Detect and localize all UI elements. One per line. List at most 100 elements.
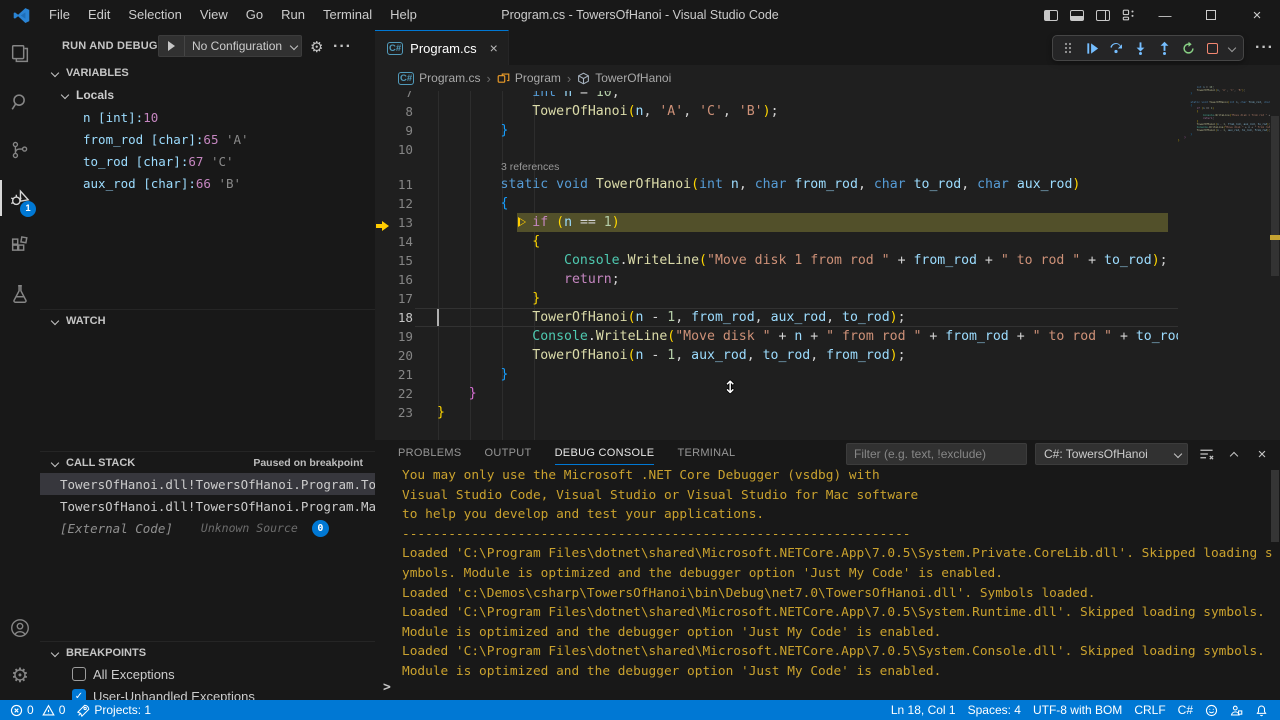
breakpoint-checkbox[interactable] <box>72 667 86 681</box>
line-number[interactable]: 18 <box>383 308 413 327</box>
line-number[interactable]: 12 <box>383 194 413 213</box>
line-number[interactable]: 15 <box>383 251 413 270</box>
code-line-13[interactable]: 13 if (n == 1) <box>375 213 1178 232</box>
problems-status[interactable]: 0 0 <box>4 700 71 720</box>
code-line-text[interactable]: } <box>437 365 508 384</box>
breakpoint-checkbox[interactable]: ✓ <box>72 689 86 700</box>
code-line-22[interactable]: 22 } <box>375 384 1178 403</box>
line-number[interactable]: 16 <box>383 270 413 289</box>
status-c-[interactable]: C# <box>1172 700 1199 720</box>
code-line-8[interactable]: 8 TowerOfHanoi(n, 'A', 'C', 'B'); <box>375 102 1178 121</box>
line-number[interactable]: 23 <box>383 403 413 422</box>
toggle-panel-icon[interactable] <box>1064 0 1090 30</box>
code-line-text[interactable]: } <box>437 384 477 403</box>
variable-row[interactable]: n [int]: 10 <box>40 106 375 128</box>
testing-icon[interactable] <box>0 270 40 318</box>
code-line-text[interactable]: } <box>437 403 445 422</box>
step-over-button[interactable] <box>1105 37 1127 59</box>
code-line-9[interactable]: 9 } <box>375 121 1178 140</box>
clear-console-icon[interactable] <box>1196 443 1216 465</box>
panel-scrollbar[interactable] <box>1271 470 1279 542</box>
code-line-19[interactable]: 19 Console.WriteLine("Move disk " + n + … <box>375 327 1178 346</box>
debug-console-output[interactable]: You may only use the Microsoft .NET Core… <box>402 440 1266 700</box>
bell-icon[interactable] <box>1249 700 1274 720</box>
status-utf-8-with-bom[interactable]: UTF-8 with BOM <box>1027 700 1128 720</box>
console-filter-input[interactable] <box>846 443 1027 465</box>
variable-row[interactable]: to_rod [char]: 67 'C' <box>40 150 375 172</box>
menu-file[interactable]: File <box>40 0 79 30</box>
variables-scope-row[interactable]: Locals <box>40 84 375 106</box>
code-line-text[interactable]: TowerOfHanoi(n, 'A', 'C', 'B'); <box>437 102 779 121</box>
code-line-text[interactable]: Console.WriteLine("Move disk 1 from rod … <box>437 251 1168 270</box>
variables-section-header[interactable]: VARIABLES <box>40 62 375 84</box>
tab-close-icon[interactable]: × <box>490 40 498 56</box>
code-line-11[interactable]: 11 static void TowerOfHanoi(int n, char … <box>375 175 1178 194</box>
line-number[interactable]: 19 <box>383 327 413 346</box>
codelens-label[interactable]: 3 references <box>375 159 1178 175</box>
status-crlf[interactable]: CRLF <box>1128 700 1171 720</box>
debug-settings-gear-icon[interactable]: ⚙ <box>310 38 323 56</box>
code-line-text[interactable]: } <box>437 289 540 308</box>
breakpoint-row[interactable]: All Exceptions <box>40 663 375 685</box>
start-debugging-button[interactable] <box>159 36 185 56</box>
feedback-icon[interactable] <box>1199 700 1224 720</box>
menu-help[interactable]: Help <box>381 0 426 30</box>
breakpoint-row[interactable]: ✓User-Unhandled Exceptions <box>40 685 375 700</box>
code-line-text[interactable]: int n = 10; <box>437 91 620 102</box>
line-number[interactable]: 20 <box>383 346 413 365</box>
explorer-icon[interactable] <box>0 30 40 78</box>
menu-go[interactable]: Go <box>237 0 272 30</box>
step-into-button[interactable] <box>1129 37 1151 59</box>
code-line-16[interactable]: 16 return; <box>375 270 1178 289</box>
line-number[interactable]: 11 <box>383 175 413 194</box>
extensions-icon[interactable] <box>0 222 40 270</box>
customize-layout-icon[interactable] <box>1116 0 1142 30</box>
code-line-17[interactable]: 17 } <box>375 289 1178 308</box>
panel-tab-terminal[interactable]: TERMINAL <box>677 440 735 468</box>
variable-row[interactable]: from_rod [char]: 65 'A' <box>40 128 375 150</box>
line-number[interactable]: 21 <box>383 365 413 384</box>
watch-section-header[interactable]: WATCH <box>40 309 375 331</box>
code-line-text[interactable]: return; <box>437 270 620 289</box>
editor-more-actions-icon[interactable]: ··· <box>1255 39 1274 57</box>
toolbar-gripper-icon[interactable] <box>1057 37 1079 59</box>
code-line-10[interactable]: 10 <box>375 140 1178 159</box>
maximize-button[interactable] <box>1188 0 1234 30</box>
minimap[interactable]: int n = 10; TowerOfHanoi(n, 'A', 'C', 'B… <box>1178 86 1270 440</box>
menu-terminal[interactable]: Terminal <box>314 0 381 30</box>
minimize-button[interactable]: — <box>1142 0 1188 30</box>
line-number[interactable]: 10 <box>383 140 413 159</box>
maximize-panel-chevron-icon[interactable] <box>1224 443 1244 465</box>
projects-status[interactable]: Projects: 1 <box>71 700 157 720</box>
call-stack-frame[interactable]: [External Code]Unknown Source0 <box>40 517 375 539</box>
close-window-button[interactable]: × <box>1234 0 1280 30</box>
code-line-21[interactable]: 21 } <box>375 365 1178 384</box>
code-line-text[interactable]: } <box>437 121 508 140</box>
source-control-icon[interactable] <box>0 126 40 174</box>
line-number[interactable]: 8 <box>383 102 413 121</box>
panel-tab-problems[interactable]: PROBLEMS <box>398 440 462 468</box>
code-line-12[interactable]: 12 { <box>375 194 1178 213</box>
toggle-sidebar-icon[interactable] <box>1038 0 1064 30</box>
menu-run[interactable]: Run <box>272 0 314 30</box>
accounts-icon[interactable] <box>0 604 40 652</box>
call-stack-frame[interactable]: TowersOfHanoi.dll!TowersOfHanoi.Program.… <box>40 473 375 495</box>
restart-button[interactable] <box>1177 37 1199 59</box>
breakpoints-section-header[interactable]: BREAKPOINTS <box>40 641 375 663</box>
sidebar-more-actions-icon[interactable]: ··· <box>333 38 352 56</box>
panel-tab-output[interactable]: OUTPUT <box>485 440 532 468</box>
code-line-text[interactable]: Console.WriteLine("Move disk " + n + " f… <box>437 327 1178 346</box>
code-line-text[interactable]: TowerOfHanoi(n - 1, from_rod, aux_rod, t… <box>437 308 906 327</box>
call-stack-section-header[interactable]: CALL STACK Paused on breakpoint <box>40 451 375 473</box>
menu-selection[interactable]: Selection <box>119 0 190 30</box>
code-line-20[interactable]: 20 TowerOfHanoi(n - 1, aux_rod, to_rod, … <box>375 346 1178 365</box>
panel-tab-debug-console[interactable]: DEBUG CONSOLE <box>555 440 655 468</box>
code-area[interactable]: 7 int n = 10;8 TowerOfHanoi(n, 'A', 'C',… <box>375 91 1178 440</box>
breadcrumb-item-program-cs[interactable]: C#Program.cs <box>398 71 481 85</box>
breadcrumb-item-program[interactable]: Program <box>497 71 561 85</box>
code-line-text[interactable]: static void TowerOfHanoi(int n, char fro… <box>437 175 1080 194</box>
code-line-text[interactable]: if (n == 1) <box>437 213 620 232</box>
profile-icon[interactable] <box>1224 700 1249 720</box>
line-number[interactable]: 17 <box>383 289 413 308</box>
code-line-14[interactable]: 14 { <box>375 232 1178 251</box>
